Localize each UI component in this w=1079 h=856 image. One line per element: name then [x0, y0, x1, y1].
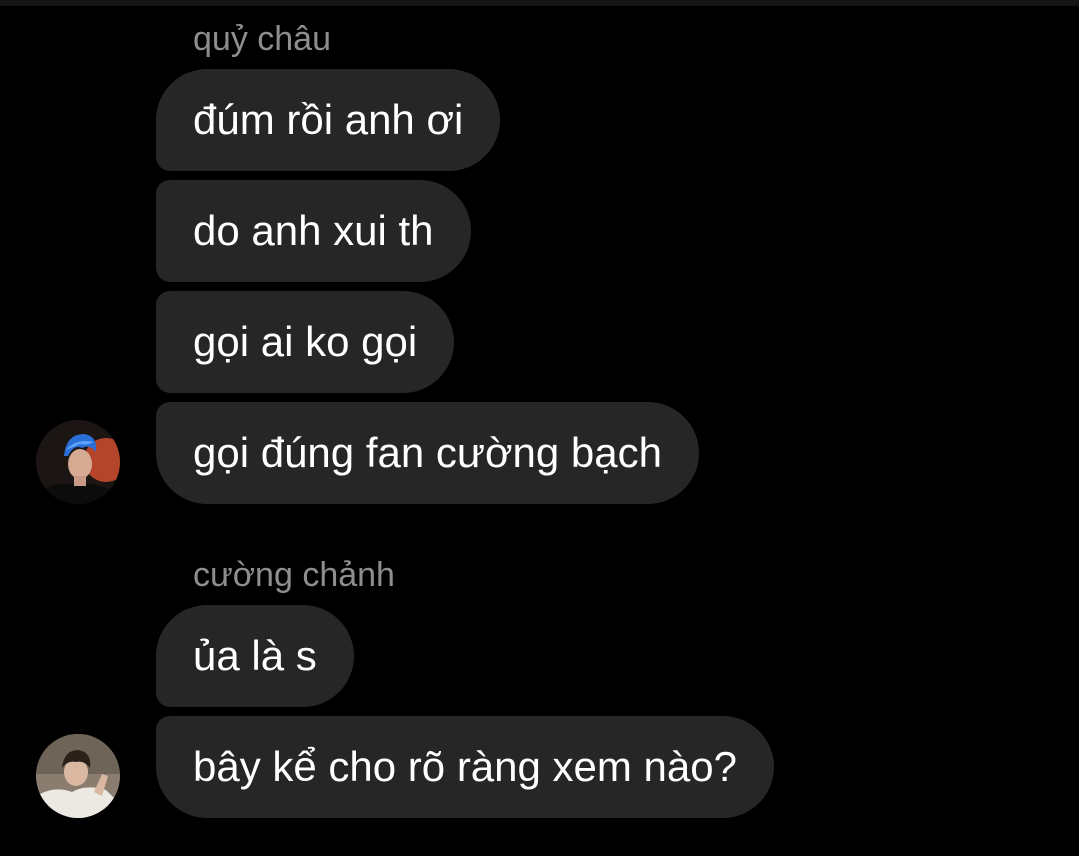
sender-avatar[interactable] [36, 734, 120, 818]
top-divider [0, 0, 1079, 6]
message-bubble[interactable]: do anh xui th [156, 180, 471, 282]
message-bubble[interactable]: ủa là s [156, 605, 354, 707]
message-bubble[interactable]: bây kể cho rõ ràng xem nào? [156, 716, 774, 818]
profile-photo-blue-hair-icon [36, 420, 120, 504]
profile-photo-light-icon [36, 734, 120, 818]
message-bubble[interactable]: gọi ai ko gọi [156, 291, 455, 393]
message-bubble[interactable]: gọi đúng fan cường bạch [156, 402, 699, 504]
sender-name: cường chảnh [193, 556, 395, 594]
sender-name: quỷ châu [193, 20, 331, 58]
message-bubble[interactable]: đúm rồi anh ơi [156, 69, 501, 171]
sender-avatar[interactable] [36, 420, 120, 504]
